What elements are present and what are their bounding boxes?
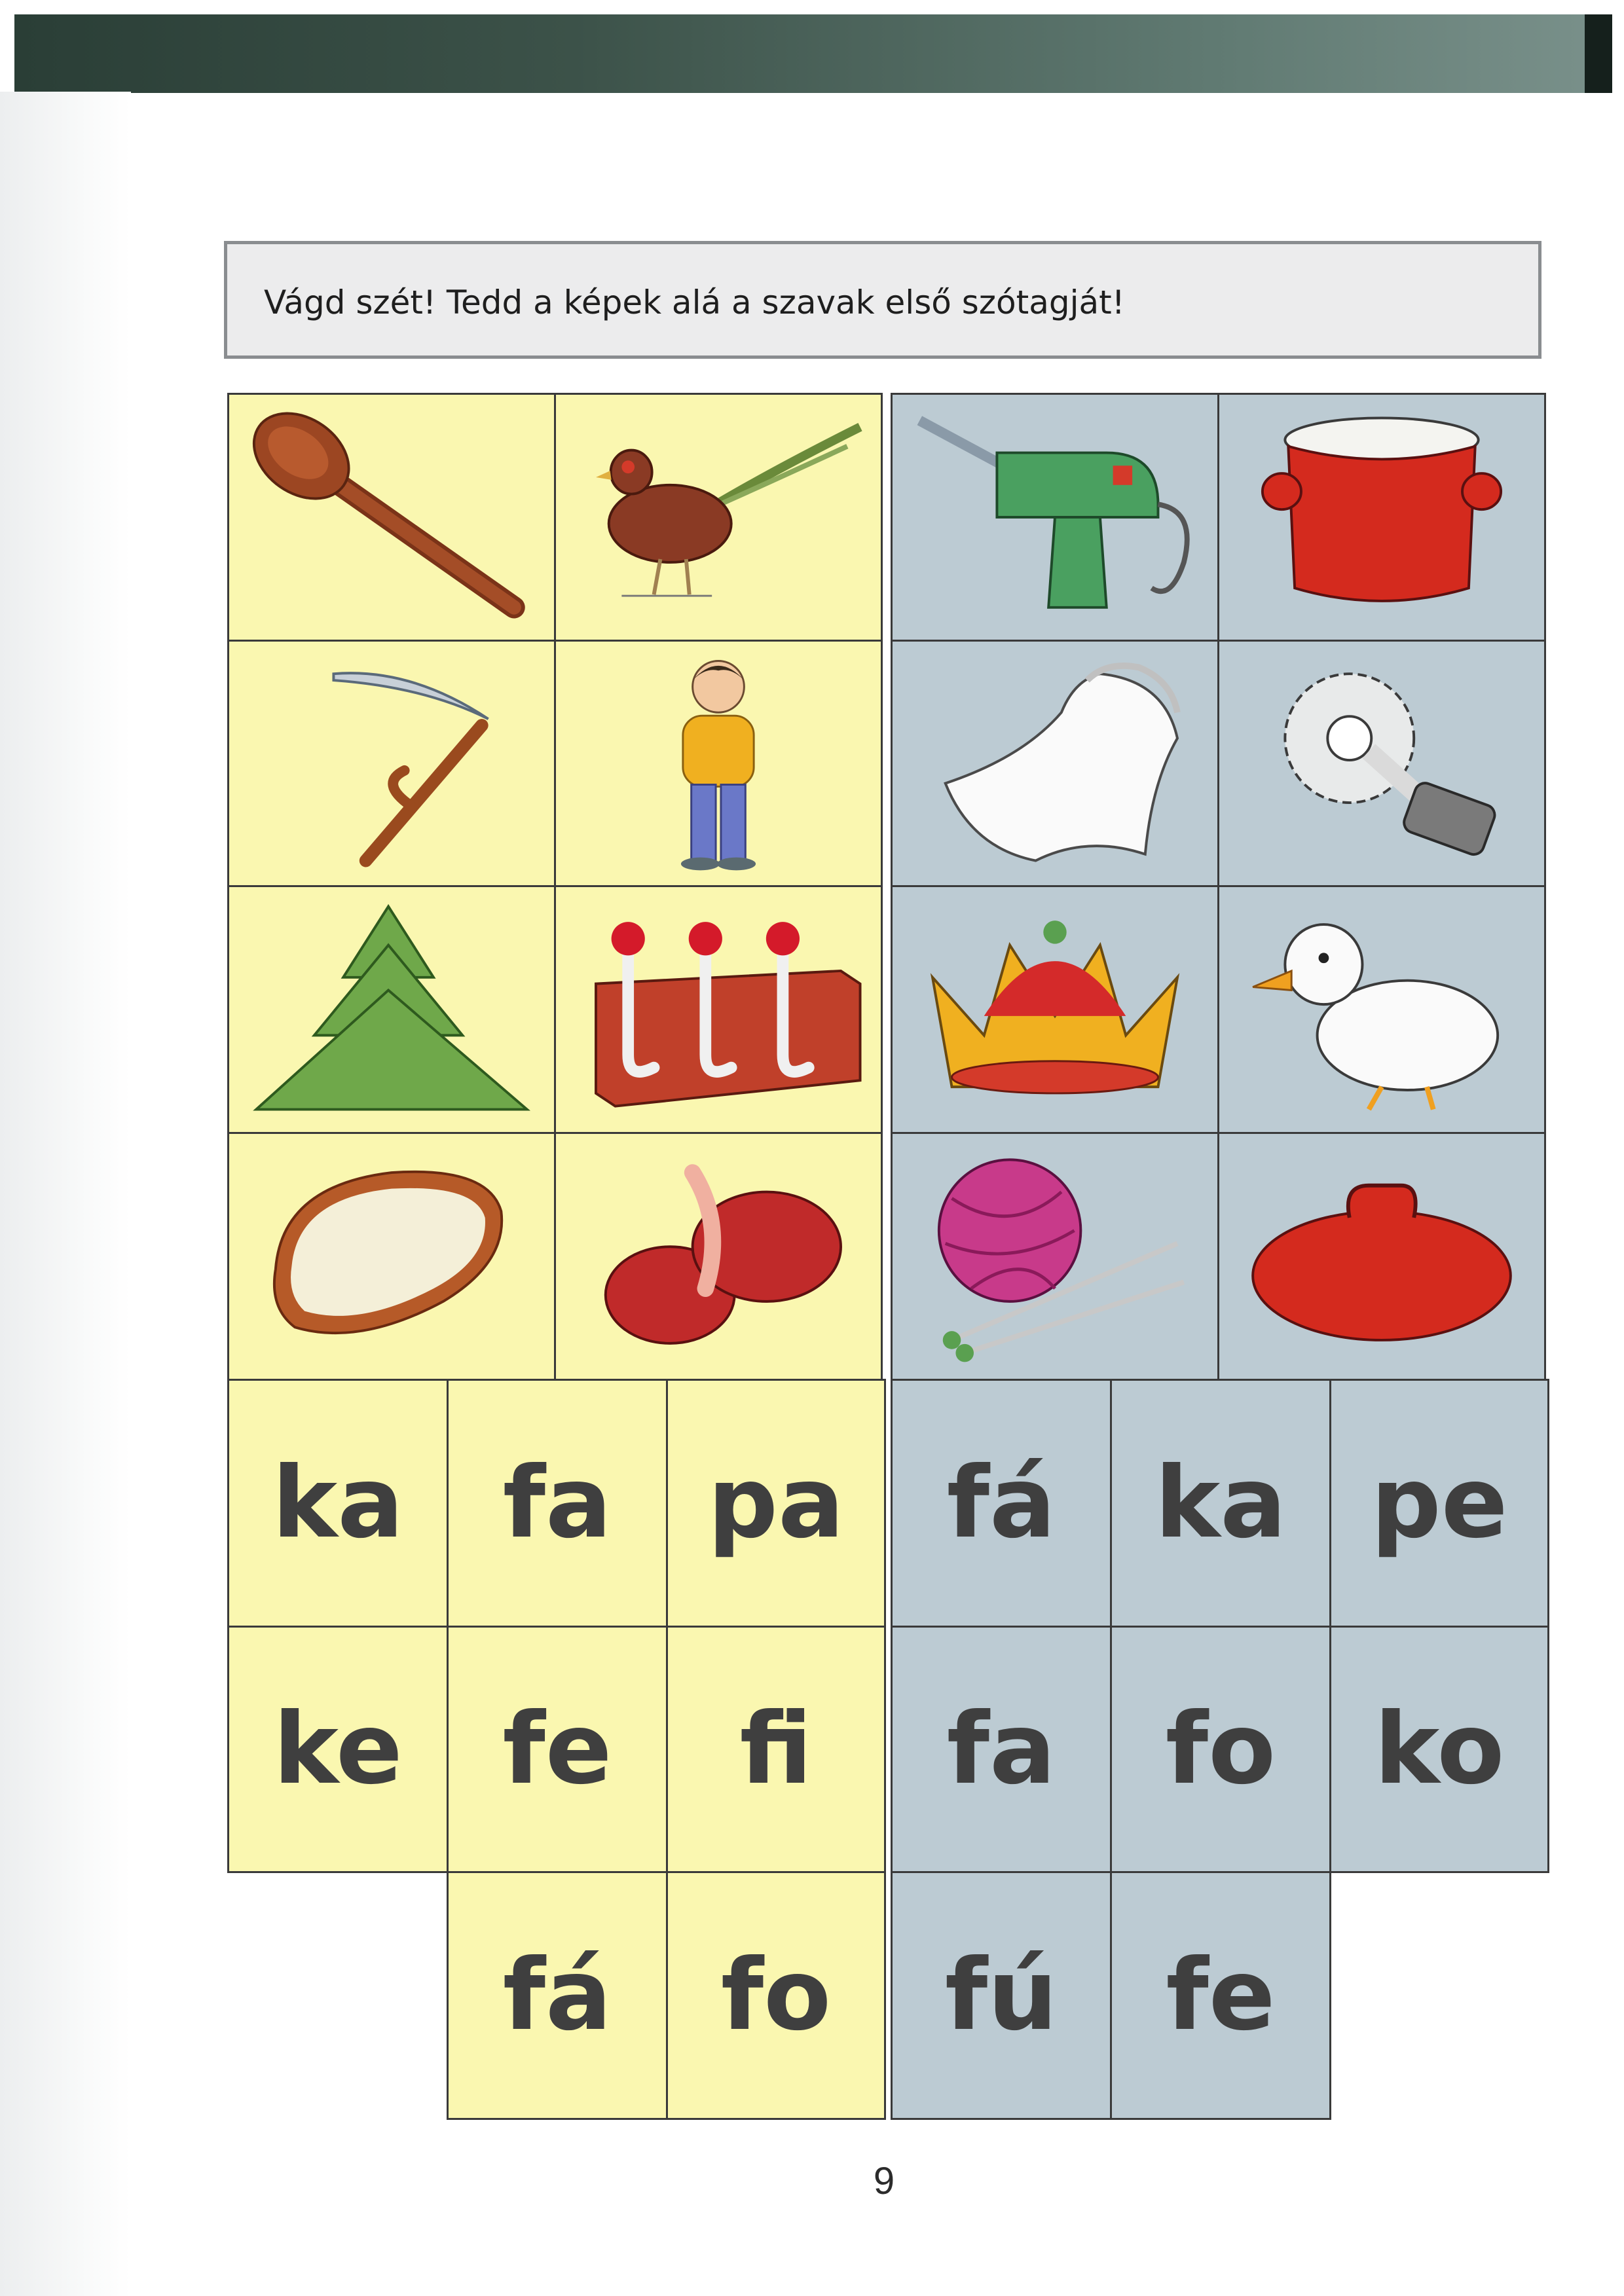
pastry-wheel-card[interactable] bbox=[1217, 640, 1546, 887]
page-shadow bbox=[0, 92, 131, 2296]
syllable-card[interactable]: ka bbox=[227, 1379, 449, 1628]
syllable-card[interactable]: fe bbox=[1110, 1871, 1331, 2120]
slippers-icon bbox=[604, 1164, 842, 1345]
pot-icon bbox=[1261, 416, 1503, 602]
pot-lid-card[interactable] bbox=[1217, 1132, 1546, 1381]
wooden-spoon-icon bbox=[252, 412, 525, 619]
page-number: 9 bbox=[873, 2160, 895, 2202]
boy-card[interactable] bbox=[554, 640, 883, 887]
syllable-card[interactable]: fo bbox=[666, 1871, 886, 2120]
crown-card[interactable] bbox=[891, 885, 1219, 1134]
duck-card[interactable] bbox=[1217, 885, 1546, 1134]
fir-tree-card[interactable] bbox=[227, 885, 556, 1134]
scythe-card[interactable] bbox=[227, 640, 556, 887]
instruction-box: Vágd szét! Tedd a képek alá a szavak els… bbox=[224, 241, 1541, 359]
syllable-card[interactable]: ko bbox=[1329, 1626, 1549, 1873]
pastry-wheel-icon bbox=[1283, 672, 1496, 856]
syllable-card[interactable]: pe bbox=[1329, 1379, 1549, 1628]
pheasant-icon bbox=[596, 423, 862, 597]
veil-icon bbox=[944, 663, 1181, 862]
veil-card[interactable] bbox=[891, 640, 1219, 887]
syllable-card[interactable]: fi bbox=[666, 1626, 886, 1873]
duck-icon bbox=[1252, 923, 1500, 1111]
bread-slice-card[interactable] bbox=[227, 1132, 556, 1381]
pheasant-card[interactable] bbox=[554, 393, 883, 642]
syllable-card[interactable]: fú bbox=[891, 1871, 1112, 2120]
pot-card[interactable] bbox=[1217, 393, 1546, 642]
instruction-text: Vágd szét! Tedd a képek alá a szavak els… bbox=[264, 283, 1125, 321]
fir-tree-icon bbox=[253, 903, 530, 1111]
bread-slice-icon bbox=[272, 1170, 504, 1335]
syllable-card[interactable]: ke bbox=[227, 1626, 449, 1873]
syllable-card[interactable]: fa bbox=[891, 1626, 1112, 1873]
syllable-card[interactable]: fo bbox=[1110, 1626, 1331, 1873]
crown-icon bbox=[930, 920, 1180, 1095]
yarn-ball-card[interactable] bbox=[891, 1132, 1219, 1381]
scanner-edge bbox=[14, 14, 1612, 93]
syllable-card[interactable]: pa bbox=[666, 1379, 886, 1628]
yarn-ball-icon bbox=[937, 1158, 1185, 1362]
syllable-card[interactable]: ka bbox=[1110, 1379, 1331, 1628]
syllable-card[interactable]: fá bbox=[447, 1871, 668, 2120]
syllable-card[interactable]: fá bbox=[891, 1379, 1112, 1628]
electric-drill-card[interactable] bbox=[891, 393, 1219, 642]
pot-lid-icon bbox=[1251, 1183, 1512, 1341]
coat-hooks-icon bbox=[595, 922, 862, 1108]
coat-hooks-card[interactable] bbox=[554, 885, 883, 1134]
electric-drill-icon bbox=[917, 416, 1190, 609]
scythe-icon bbox=[332, 672, 489, 867]
syllable-card[interactable]: fe bbox=[447, 1626, 668, 1873]
wooden-spoon-card[interactable] bbox=[227, 393, 556, 642]
slippers-card[interactable] bbox=[554, 1132, 883, 1381]
scanner-edge-end bbox=[1585, 14, 1612, 93]
syllable-card[interactable]: fa bbox=[447, 1379, 668, 1628]
boy-icon bbox=[680, 660, 756, 871]
